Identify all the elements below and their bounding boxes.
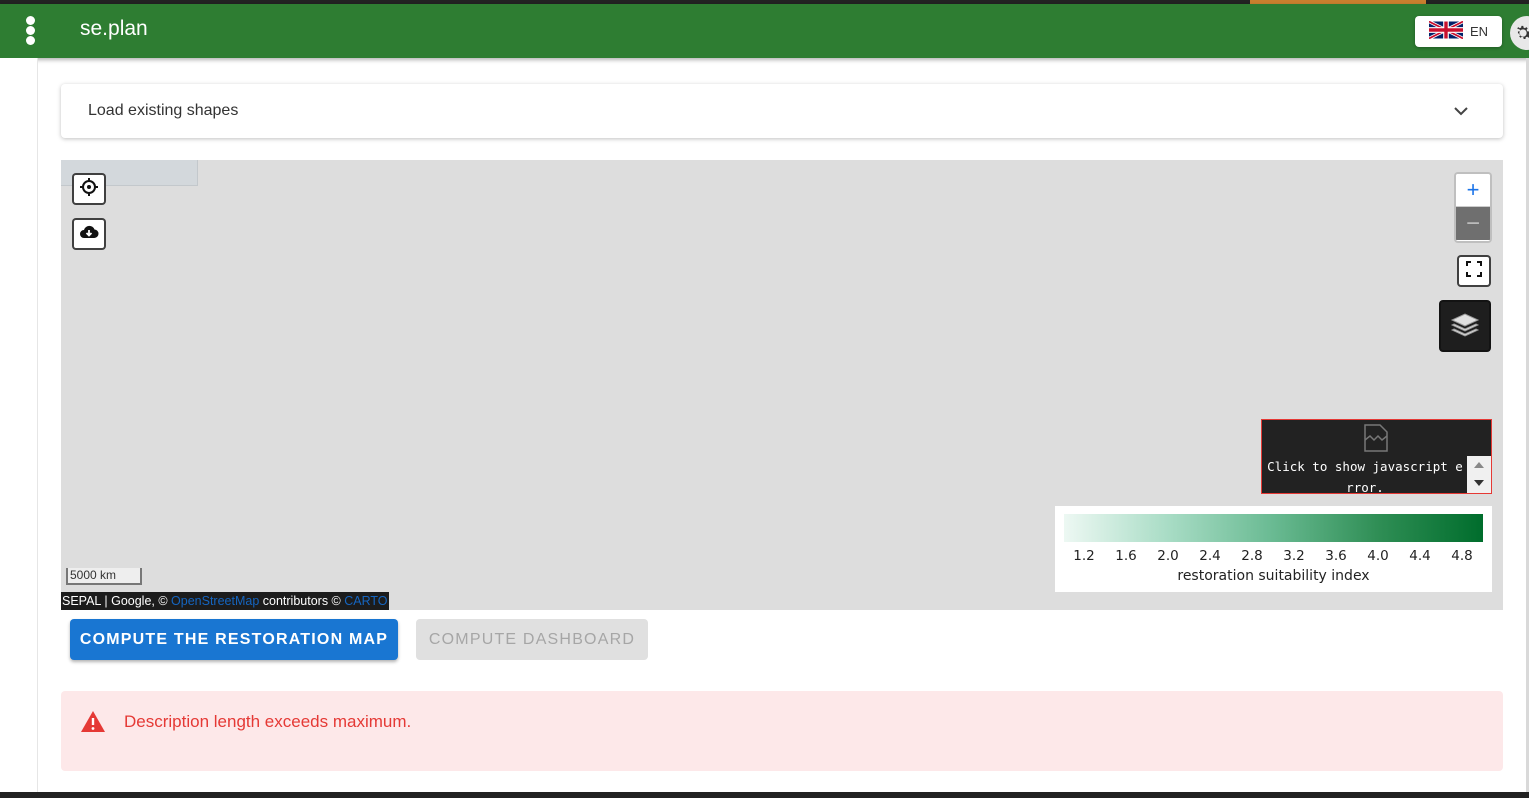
legend-tick-label: 2.8 bbox=[1241, 548, 1263, 564]
app-bar: se.plan EN bbox=[0, 4, 1529, 58]
warning-icon bbox=[80, 710, 106, 738]
javascript-error-text: Click to show javascript error. bbox=[1267, 459, 1463, 495]
attribution-middle: contributors © bbox=[259, 594, 345, 608]
scale-bar: 5000 km bbox=[66, 568, 142, 585]
language-code: EN bbox=[1469, 24, 1489, 39]
zoom-out-button[interactable]: − bbox=[1456, 207, 1490, 240]
legend-tick-label: 4.0 bbox=[1367, 548, 1389, 564]
error-alert: Description length exceeds maximum. bbox=[61, 691, 1503, 771]
layers-icon bbox=[1450, 309, 1480, 344]
legend-tick-label: 1.6 bbox=[1115, 548, 1137, 564]
error-scrollbar[interactable] bbox=[1467, 456, 1491, 493]
scroll-up-icon[interactable] bbox=[1467, 456, 1491, 474]
legend-colorbar bbox=[1064, 514, 1483, 542]
javascript-error-box[interactable]: Click to show javascript error. bbox=[1261, 419, 1492, 495]
fullscreen-button[interactable] bbox=[1457, 255, 1491, 287]
uk-flag-icon bbox=[1428, 19, 1464, 42]
chevron-down-icon bbox=[1453, 103, 1469, 124]
compute-dashboard-button: COMPUTE DASHBOARD bbox=[416, 619, 648, 660]
cloud-download-icon bbox=[79, 223, 99, 246]
crosshair-icon bbox=[79, 177, 99, 202]
broken-page-icon bbox=[1363, 423, 1389, 458]
gear-icon[interactable] bbox=[1510, 16, 1529, 50]
layers-button[interactable] bbox=[1439, 300, 1491, 352]
legend-tick-label: 2.0 bbox=[1157, 548, 1179, 564]
legend-tick-label: 3.2 bbox=[1283, 548, 1305, 564]
legend-tick-label: 4.4 bbox=[1409, 548, 1431, 564]
map-view[interactable]: + − Click to show javascript error. 1.2 … bbox=[61, 160, 1503, 610]
legend-ticks: 1.2 1.6 2.0 2.4 2.8 3.2 3.6 4.0 4.4 4.8 bbox=[1055, 548, 1492, 564]
osm-link[interactable]: OpenStreetMap bbox=[171, 594, 259, 608]
compute-restoration-map-button[interactable]: COMPUTE THE RESTORATION MAP bbox=[70, 619, 398, 660]
legend-tick-label: 1.2 bbox=[1073, 548, 1095, 564]
zoom-control: + − bbox=[1454, 172, 1492, 243]
color-legend: 1.2 1.6 2.0 2.4 2.8 3.2 3.6 4.0 4.4 4.8 restorati… bbox=[1055, 506, 1492, 592]
download-button[interactable] bbox=[72, 218, 106, 250]
bottom-strip bbox=[0, 792, 1529, 798]
load-shapes-label: Load existing shapes bbox=[88, 102, 239, 119]
fullscreen-icon bbox=[1465, 260, 1483, 283]
legend-tick-label: 2.4 bbox=[1199, 548, 1221, 564]
legend-tick-label: 4.8 bbox=[1451, 548, 1473, 564]
side-drawer bbox=[0, 58, 38, 792]
zoom-in-button[interactable]: + bbox=[1456, 174, 1490, 207]
load-shapes-panel[interactable]: Load existing shapes bbox=[61, 84, 1503, 138]
carto-link[interactable]: CARTO bbox=[344, 594, 387, 608]
legend-caption: restoration suitability index bbox=[1177, 568, 1370, 584]
legend-tick-label: 3.6 bbox=[1325, 548, 1347, 564]
app-title: se.plan bbox=[80, 17, 148, 40]
map-attribution: SEPAL | Google, © OpenStreetMap contribu… bbox=[61, 592, 389, 610]
alert-message: Description length exceeds maximum. bbox=[124, 712, 412, 731]
attribution-prefix: SEPAL | Google, © bbox=[62, 594, 172, 608]
language-button[interactable]: EN bbox=[1415, 16, 1502, 47]
menu-icon[interactable] bbox=[17, 14, 45, 48]
locate-button[interactable] bbox=[72, 173, 106, 205]
scroll-down-icon[interactable] bbox=[1467, 474, 1491, 492]
